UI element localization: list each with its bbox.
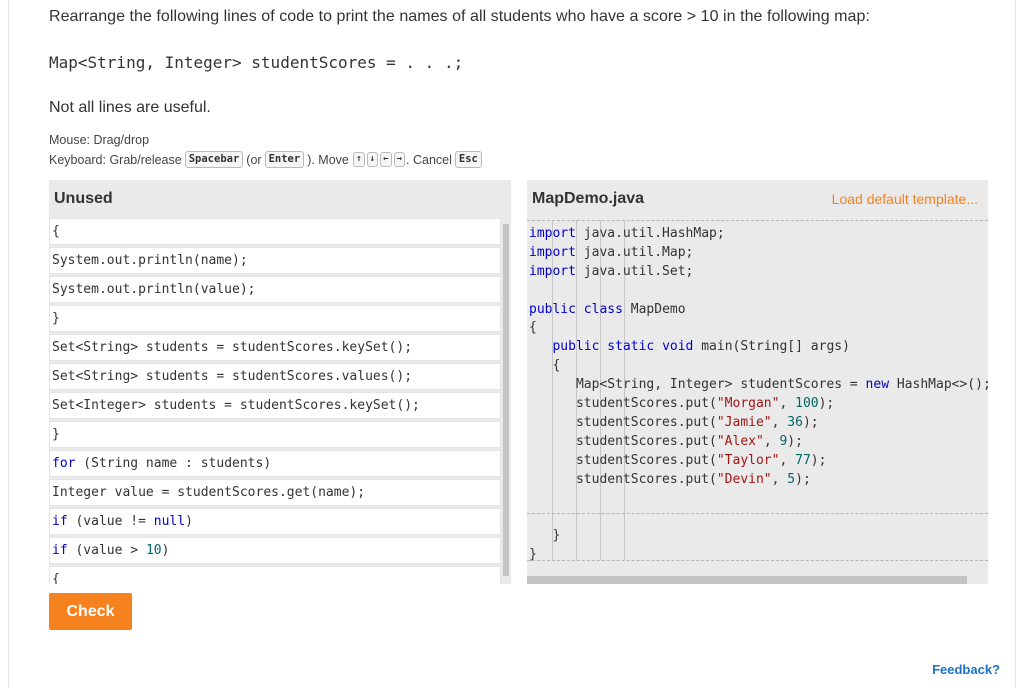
enter-key: Enter (264, 151, 305, 168)
code-tile[interactable]: for (String name : students) (49, 450, 501, 477)
unused-list: {System.out.println(name); System.out.pri… (49, 218, 501, 584)
cancel-text: . Cancel (406, 152, 452, 167)
arrow-up-icon: ↑ (353, 152, 365, 167)
editor-horizontal-scrollbar[interactable] (527, 576, 967, 584)
load-default-template-link[interactable]: Load default template... (832, 191, 978, 207)
code-line: } (529, 547, 537, 563)
code-line: studentScores.put("Taylor", 77); (529, 452, 827, 468)
code-editor-panel: MapDemo.java Load default template... im… (527, 180, 988, 584)
arrow-down-icon: ↓ (366, 152, 379, 167)
arrow-left-icon: ← (380, 152, 392, 167)
drop-zone-divider (527, 513, 988, 514)
code-tile[interactable]: } (49, 305, 501, 332)
prompt-text: Rearrange the following lines of code to… (49, 8, 870, 25)
unused-scrollbar[interactable] (501, 218, 511, 584)
code-line: import java.util.Map; (529, 244, 694, 260)
esc-key: Esc (454, 151, 482, 168)
spacebar-key: Spacebar (184, 151, 244, 168)
code-tile[interactable]: { (49, 218, 501, 245)
drop-zone-divider (527, 220, 988, 221)
or-text: (or (246, 152, 262, 167)
code-tile[interactable]: if (value > 10) (49, 537, 501, 564)
map-declaration: Map<String, Integer> studentScores = . .… (49, 53, 464, 72)
code-tile[interactable]: } (49, 421, 501, 448)
code-tile[interactable]: Set<Integer> students = studentScores.ke… (49, 392, 501, 419)
code-line: { (529, 358, 561, 374)
code-line: studentScores.put("Morgan", 100); (529, 396, 835, 412)
code-tile[interactable]: System.out.println(name); (49, 247, 501, 274)
check-button[interactable]: Check (49, 593, 132, 630)
code-tile[interactable]: Set<String> students = studentScores.key… (49, 334, 501, 361)
arrow-right-icon: → (393, 152, 406, 167)
code-tile[interactable]: if (value != null) (49, 508, 501, 535)
move-text: ). Move (307, 152, 349, 167)
keyboard-prefix: Keyboard: Grab/release (49, 152, 182, 167)
feedback-link[interactable]: Feedback? (932, 662, 1000, 677)
drop-zone-divider (527, 560, 988, 561)
code-line: import java.util.Set; (529, 263, 694, 279)
code-line: studentScores.put("Devin", 5); (529, 471, 811, 487)
code-line: public class MapDemo (529, 301, 686, 317)
code-tile[interactable]: Integer value = studentScores.get(name); (49, 479, 501, 506)
code-tile[interactable]: Set<String> students = studentScores.val… (49, 363, 501, 390)
mouse-hint: Mouse: Drag/drop (49, 133, 150, 147)
code-tile[interactable]: { (49, 566, 501, 584)
file-name: MapDemo.java (532, 190, 645, 207)
keyboard-hint: Keyboard: Grab/release Spacebar (or Ente… (49, 151, 485, 168)
code-line: { (529, 320, 537, 336)
unused-scrollbar-thumb[interactable] (503, 224, 509, 576)
code-area[interactable]: import java.util.HashMap; import java.uti… (529, 225, 988, 565)
code-tile[interactable]: System.out.println(value); (49, 276, 501, 303)
code-line: Map<String, Integer> studentScores = new… (529, 377, 988, 393)
code-line: public static void main(String[] args) (552, 339, 850, 355)
code-line: } (529, 528, 561, 544)
code-line: import java.util.HashMap; (529, 226, 725, 241)
unused-title: Unused (54, 190, 113, 207)
code-line: studentScores.put("Alex", 9); (529, 433, 803, 449)
unused-panel: Unused {System.out.println(name); System.… (49, 180, 511, 584)
code-line: studentScores.put("Jamie", 36); (529, 414, 819, 430)
note-text: Not all lines are useful. (49, 99, 211, 116)
